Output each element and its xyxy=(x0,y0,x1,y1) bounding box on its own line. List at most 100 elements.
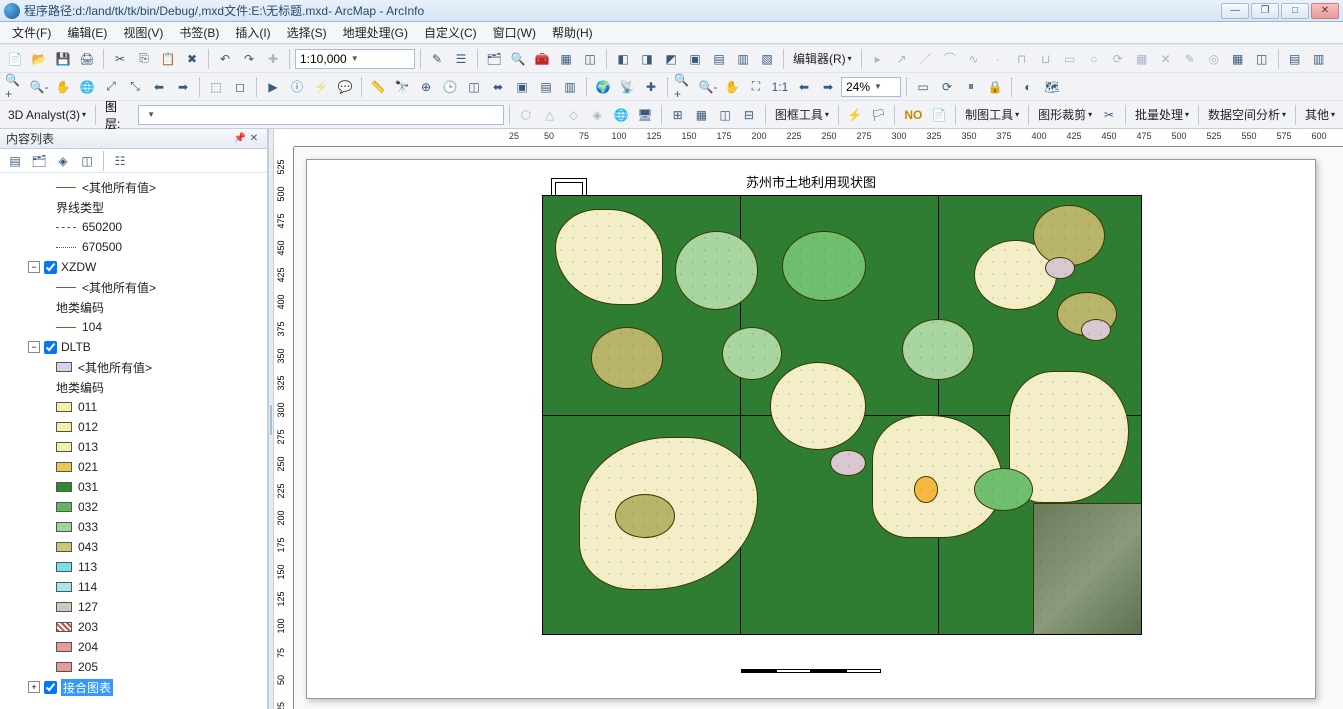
joinchart-checkbox[interactable] xyxy=(44,681,57,694)
editor-toolbar-icon[interactable]: ✎ xyxy=(426,48,448,70)
toc-item-013[interactable]: 013 xyxy=(0,437,267,457)
search-icon[interactable]: 🔍 xyxy=(507,48,529,70)
toc-layer-joinchart[interactable]: +接合图表 xyxy=(0,677,267,697)
page-area[interactable]: 苏州市土地利用现状图 xyxy=(294,147,1343,709)
doc-icon[interactable]: 📄 xyxy=(928,104,950,126)
toc-item-127[interactable]: 127 xyxy=(0,597,267,617)
delete-icon[interactable]: ✖ xyxy=(181,48,203,70)
tool-x3-icon[interactable]: ▥ xyxy=(559,76,581,98)
open-icon[interactable]: 📂 xyxy=(28,48,50,70)
zoom-in-icon[interactable]: 🔍+ xyxy=(4,76,26,98)
tool-f-icon[interactable]: ▥ xyxy=(732,48,754,70)
pan-icon[interactable]: ✋ xyxy=(52,76,74,98)
layer-combo[interactable]: ▼ xyxy=(138,105,504,125)
undo-icon[interactable]: ↶ xyxy=(214,48,236,70)
toc-icon[interactable]: ☰ xyxy=(450,48,472,70)
add-data-icon[interactable]: ✚ xyxy=(262,48,284,70)
tool-g-icon[interactable]: ▧ xyxy=(756,48,778,70)
list-by-source-icon[interactable]: 🗂 xyxy=(28,150,50,172)
time-icon[interactable]: 🕒 xyxy=(439,76,461,98)
redo-icon[interactable]: ↷ xyxy=(238,48,260,70)
map-tool-menu[interactable]: 制图工具▾ xyxy=(961,106,1023,123)
tool-x2-icon[interactable]: ▤ xyxy=(535,76,557,98)
other-menu[interactable]: 其他▾ xyxy=(1301,106,1339,123)
toc-item-650200[interactable]: 650200 xyxy=(0,217,267,237)
select-features-icon[interactable]: ⬚ xyxy=(205,76,227,98)
menu-custom[interactable]: 自定义(C) xyxy=(416,22,485,43)
layout-view[interactable]: 2550751001251501752002252502753003253503… xyxy=(274,129,1343,709)
tool-e-icon[interactable]: ▤ xyxy=(708,48,730,70)
html-popup-icon[interactable]: 💬 xyxy=(334,76,356,98)
options-icon[interactable]: ☷ xyxy=(109,150,131,172)
3d-analyst-menu[interactable]: 3D Analyst(3)▾ xyxy=(4,108,90,122)
layout-next-icon[interactable]: ➡ xyxy=(817,76,839,98)
toc-item-104[interactable]: 104 xyxy=(0,317,267,337)
toc-item-205[interactable]: 205 xyxy=(0,657,267,677)
list-by-draw-icon[interactable]: ▤ xyxy=(4,150,26,172)
paste-icon[interactable]: 📋 xyxy=(157,48,179,70)
layout-100-icon[interactable]: 1:1 xyxy=(769,76,791,98)
3d-f-icon[interactable]: 🖥 xyxy=(634,104,656,126)
identify-icon[interactable]: ⓘ xyxy=(286,76,308,98)
layout-zoom-out-icon[interactable]: 🔍- xyxy=(697,76,719,98)
menu-bookmark[interactable]: 书签(B) xyxy=(171,22,227,43)
find-icon[interactable]: 🔭 xyxy=(391,76,413,98)
menu-help[interactable]: 帮助(H) xyxy=(544,22,601,43)
copy-icon[interactable]: ⎘ xyxy=(133,48,155,70)
toc-item-021[interactable]: 021 xyxy=(0,457,267,477)
lock-icon[interactable]: 🔒 xyxy=(984,76,1006,98)
list-by-sel-icon[interactable]: ◫ xyxy=(76,150,98,172)
zoom-combo[interactable]: 24%▼ xyxy=(841,77,901,97)
dltb-checkbox[interactable] xyxy=(44,341,57,354)
full-extent-icon[interactable]: 🌐 xyxy=(76,76,98,98)
menu-window[interactable]: 窗口(W) xyxy=(485,22,544,43)
toc-tree[interactable]: <其他所有值> 界线类型 650200 670500 −XZDW <其他所有值>… xyxy=(0,173,267,709)
gps-icon[interactable]: 📡 xyxy=(616,76,638,98)
grid2-icon[interactable]: ▦ xyxy=(690,104,712,126)
tool-b-icon[interactable]: ◨ xyxy=(636,48,658,70)
xzdw-checkbox[interactable] xyxy=(44,261,57,274)
clip-icon[interactable]: ✂ xyxy=(1098,104,1120,126)
menu-insert[interactable]: 插入(I) xyxy=(227,22,278,43)
restore-button[interactable]: ❐ xyxy=(1251,3,1279,19)
fixed-zoom-in-icon[interactable]: ⤢ xyxy=(100,76,122,98)
toc-item-011[interactable]: 011 xyxy=(0,397,267,417)
flag-icon[interactable]: 🏳 xyxy=(868,104,890,126)
toc-item-033[interactable]: 033 xyxy=(0,517,267,537)
layout-page[interactable]: 苏州市土地利用现状图 xyxy=(306,159,1316,699)
minimize-button[interactable]: — xyxy=(1221,3,1249,19)
toc-item-113[interactable]: 113 xyxy=(0,557,267,577)
georef-icon[interactable]: 🌍 xyxy=(592,76,614,98)
goto-xy-icon[interactable]: ⊕ xyxy=(415,76,437,98)
toc-item-other2[interactable]: <其他所有值> xyxy=(0,357,267,377)
viewer-icon[interactable]: ◫ xyxy=(463,76,485,98)
pin-icon[interactable]: 📌 xyxy=(233,132,247,146)
zoom-out-icon[interactable]: 🔍- xyxy=(28,76,50,98)
toc-item-043[interactable]: 043 xyxy=(0,537,267,557)
tool-c-icon[interactable]: ◩ xyxy=(660,48,682,70)
add-xy-icon[interactable]: ✚ xyxy=(640,76,662,98)
clear-select-icon[interactable]: ◻ xyxy=(229,76,251,98)
save-icon[interactable]: 💾 xyxy=(52,48,74,70)
toc-item-012[interactable]: 012 xyxy=(0,417,267,437)
editor-menu[interactable]: 编辑器(R)▾ xyxy=(789,50,856,67)
toc-layer-xzdw[interactable]: −XZDW xyxy=(0,257,267,277)
expander-icon[interactable]: − xyxy=(28,261,40,273)
toggle-icon[interactable]: ◐ xyxy=(1017,76,1039,98)
toc-item-031[interactable]: 031 xyxy=(0,477,267,497)
frame-tool-menu[interactable]: 图框工具▾ xyxy=(771,106,833,123)
toc-layer-dltb[interactable]: −DLTB xyxy=(0,337,267,357)
flash-icon[interactable]: ⚡ xyxy=(844,104,866,126)
model-icon[interactable]: ◫ xyxy=(579,48,601,70)
create-feature-icon[interactable]: ▥ xyxy=(1308,48,1330,70)
batch-menu[interactable]: 批量处理▾ xyxy=(1131,106,1193,123)
toc-item-203[interactable]: 203 xyxy=(0,617,267,637)
print-icon[interactable]: 🖨 xyxy=(76,48,98,70)
attr-icon[interactable]: ▤ xyxy=(1284,48,1306,70)
layout-full-icon[interactable]: ⛶ xyxy=(745,76,767,98)
grid3-icon[interactable]: ◫ xyxy=(714,104,736,126)
no-label[interactable]: NO xyxy=(900,108,926,122)
tool-a-icon[interactable]: ◧ xyxy=(612,48,634,70)
toc-item-204[interactable]: 204 xyxy=(0,637,267,657)
toc-close-icon[interactable]: ✕ xyxy=(247,132,261,146)
